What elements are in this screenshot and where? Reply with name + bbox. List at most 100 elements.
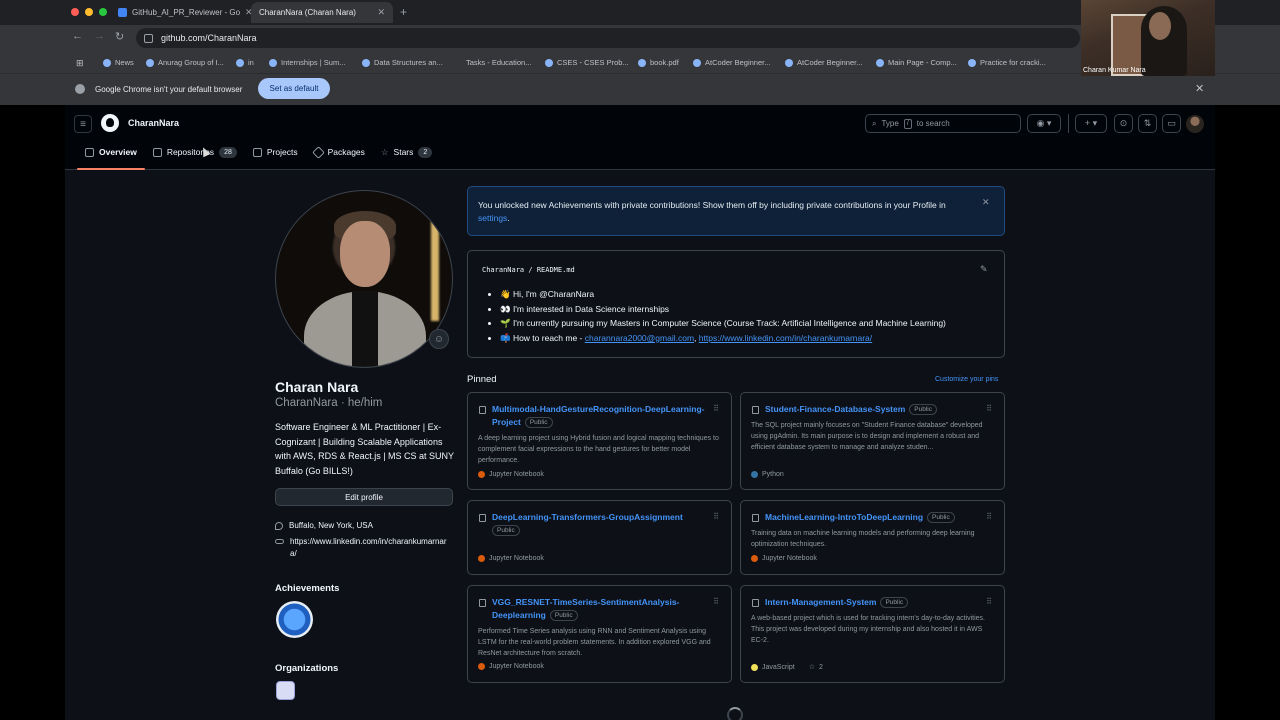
apps-grid-icon[interactable]: ⊞ — [76, 58, 84, 69]
drag-handle-icon[interactable]: ⠿ — [713, 404, 719, 413]
repo-icon — [752, 406, 759, 414]
repo-icon — [479, 514, 486, 522]
bookmark-favicon-icon — [785, 58, 793, 67]
readme-path: CharanNara / README.md — [482, 266, 575, 274]
customize-pins-link[interactable]: Customize your pins — [935, 376, 998, 383]
achievement-badge-icon[interactable] — [276, 601, 313, 638]
drag-handle-icon[interactable]: ⠿ — [986, 597, 992, 606]
star-icon[interactable]: ☆ — [809, 663, 815, 671]
loading-spinner-icon — [727, 707, 743, 720]
close-window-button[interactable] — [71, 8, 79, 16]
language-color-dot — [478, 663, 485, 670]
set-status-smiley-icon[interactable]: ☺ — [429, 329, 449, 349]
language-color-dot — [751, 555, 758, 562]
pull-requests-icon[interactable]: ⇅ — [1138, 114, 1157, 133]
language-color-dot — [478, 555, 485, 562]
tab-packages[interactable]: Packages — [306, 141, 373, 163]
bookmark-cses[interactable]: CSES - CSES Prob... — [545, 58, 629, 67]
repo-title-link[interactable]: VGG_RESNET-TimeSeries-SentimentAnalysis-… — [492, 597, 679, 620]
drag-handle-icon[interactable]: ⠿ — [713, 512, 719, 521]
bookmark-news[interactable]: News — [103, 58, 134, 67]
email-link[interactable]: charannara2000@gmail.com — [585, 333, 694, 343]
tab-stars[interactable]: ☆ Stars 2 — [373, 141, 440, 163]
language-color-dot — [478, 471, 485, 478]
book-icon — [85, 147, 94, 157]
profile-avatar[interactable] — [275, 190, 453, 368]
bookmark-data-structures[interactable]: Data Structures an... — [362, 58, 443, 67]
pinned-heading: Pinned — [467, 374, 497, 385]
issues-icon[interactable]: ⊙ — [1114, 114, 1133, 133]
repo-title-link[interactable]: Student-Finance-Database-System — [765, 404, 905, 414]
profile-location: Buffalo, New York, USA — [275, 520, 373, 532]
bookmark-internships[interactable]: Internships | Sum... — [269, 58, 345, 67]
edit-profile-button[interactable]: Edit profile — [275, 488, 453, 506]
tab-close-icon[interactable]: ✕ — [377, 7, 385, 18]
repo-title-link[interactable]: Multimodal-HandGestureRecognition-DeepLe… — [492, 404, 705, 427]
address-bar[interactable]: github.com/CharanNara — [136, 28, 1080, 48]
visibility-badge: Public — [880, 597, 909, 608]
bookmark-main-page[interactable]: Main Page - Comp... — [876, 58, 957, 67]
banner-close-icon[interactable]: ✕ — [982, 197, 990, 208]
tab-projects[interactable]: Projects — [245, 141, 306, 163]
repo-language: Python — [751, 471, 784, 478]
achievements-banner: You unlocked new Achievements with priva… — [467, 186, 1005, 236]
bookmark-practice[interactable]: Practice for cracki... — [968, 58, 1046, 67]
drag-handle-icon[interactable]: ⠿ — [986, 404, 992, 413]
search-input[interactable]: ⌕ Type / to search — [865, 114, 1021, 133]
bookmark-anurag[interactable]: Anurag Group of I... — [146, 58, 224, 67]
infobar-message: Google Chrome isn't your default browser — [95, 85, 243, 94]
pinned-repo-card: DeepLearning-Transformers-GroupAssignmen… — [467, 500, 732, 575]
bookmark-favicon-icon — [693, 58, 701, 67]
inbox-icon[interactable]: ▭ — [1162, 114, 1181, 133]
infobar-close-icon[interactable]: ✕ — [1195, 82, 1204, 95]
set-as-default-button[interactable]: Set as default — [258, 78, 330, 99]
visibility-badge: Public — [909, 404, 938, 415]
copilot-icon[interactable]: ◉ ▾ — [1027, 114, 1061, 133]
repo-language: Jupyter Notebook — [478, 471, 544, 478]
bookmark-atcoder-1[interactable]: AtCoder Beginner... — [693, 58, 770, 67]
visibility-badge: Public — [524, 417, 553, 428]
repo-title-link[interactable]: MachineLearning-IntroToDeepLearning — [765, 512, 923, 522]
tab-repositories[interactable]: Repositories 28 — [145, 141, 245, 163]
star-count[interactable]: 2 — [819, 664, 823, 671]
bookmark-favicon-icon — [876, 58, 884, 67]
repositories-count: 28 — [219, 146, 237, 158]
new-tab-icon[interactable]: + — [400, 5, 407, 19]
menu-icon[interactable]: ≡ — [74, 115, 92, 133]
user-avatar-icon[interactable] — [1186, 115, 1204, 133]
repo-language: JavaScript ☆ 2 — [751, 663, 823, 671]
drag-handle-icon[interactable]: ⠿ — [986, 512, 992, 521]
bookmark-atcoder-2[interactable]: AtCoder Beginner... — [785, 58, 862, 67]
tab-github-ai-pr-reviewer[interactable]: GitHub_AI_PR_Reviewer - Go ✕ — [110, 2, 253, 23]
tab-charannara[interactable]: CharanNara (Charan Nara) ✕ — [251, 2, 393, 116]
bookmark-in[interactable]: in — [236, 58, 254, 67]
list-item: 👀 I'm interested in Data Science interns… — [500, 302, 946, 317]
profile-website[interactable]: https://www.linkedin.com/in/charankumarn… — [275, 536, 453, 560]
repo-title-link[interactable]: DeepLearning-Transformers-GroupAssignmen… — [492, 512, 683, 522]
github-logo-icon[interactable] — [101, 114, 119, 132]
tab-favicon-icon — [118, 8, 127, 17]
repo-description: A web-based project which is used for tr… — [751, 615, 986, 644]
site-info-icon[interactable] — [144, 33, 153, 43]
bookmark-favicon-icon — [269, 58, 277, 67]
language-color-dot — [751, 663, 758, 671]
reload-icon[interactable]: ↻ — [115, 30, 124, 43]
repo-icon — [152, 147, 162, 157]
bookmark-tasks[interactable]: Tasks - Education... — [466, 58, 531, 67]
drag-handle-icon[interactable]: ⠿ — [713, 597, 719, 606]
link-icon — [275, 539, 284, 544]
organization-avatar-icon[interactable] — [276, 681, 295, 700]
chrome-icon — [75, 84, 85, 94]
pencil-edit-icon[interactable]: ✎ — [980, 264, 988, 275]
bookmark-book-pdf[interactable]: book.pdf — [638, 58, 679, 67]
maximize-window-button[interactable] — [99, 8, 107, 16]
header-username[interactable]: CharanNara — [128, 118, 179, 128]
tab-overview[interactable]: Overview — [77, 141, 145, 170]
create-new-icon[interactable]: + ▾ — [1075, 114, 1107, 133]
forward-icon[interactable]: → — [94, 30, 105, 42]
back-icon[interactable]: ← — [72, 30, 83, 42]
linkedin-link[interactable]: https://www.linkedin.com/in/charankumarn… — [699, 333, 872, 343]
repo-title-link[interactable]: Intern-Management-System — [765, 597, 876, 607]
minimize-window-button[interactable] — [85, 8, 93, 16]
settings-link[interactable]: settings — [478, 213, 507, 223]
